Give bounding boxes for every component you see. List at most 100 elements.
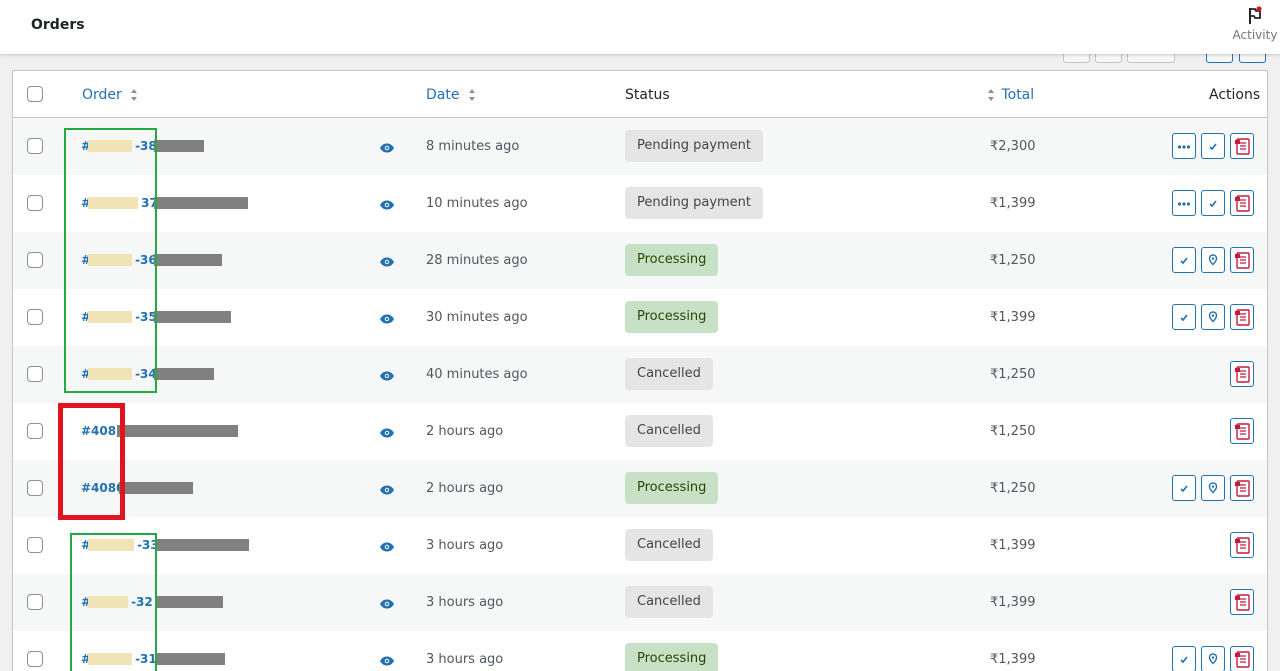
invoice-pdf-button[interactable] [1230,418,1254,444]
invoice-pdf-button[interactable] [1230,190,1254,216]
status-badge: Processing [625,472,719,504]
pagination-last-button[interactable] [1239,54,1266,63]
invoice-pdf-button[interactable] [1230,247,1254,273]
location-pin-icon [1208,254,1218,266]
row-checkbox[interactable] [27,195,43,211]
pagination-page-input[interactable] [1127,54,1175,63]
top-bar: Orders Activity [0,0,1280,54]
table-row[interactable]: #4080 2 hours ago Processing ₹1,250 [13,460,1267,517]
page-title: Orders [31,17,85,33]
preview-eye-icon[interactable] [379,139,395,158]
redacted-order-id [88,653,132,665]
complete-order-button[interactable] [1172,304,1196,330]
orders-table: Order Date Status Total Actions # -38 8 mi… [12,70,1268,671]
table-row[interactable]: # -31 3 hours ago Processing ₹1,399 [13,631,1267,671]
order-number-suffix: -33 [137,538,159,552]
table-row[interactable]: # -34 40 minutes ago Cancelled ₹1,250 [13,346,1267,403]
sort-icon [468,89,475,101]
complete-order-button[interactable] [1172,646,1196,671]
status-badge: Processing [625,643,719,671]
column-order-label: Order [82,87,122,103]
table-row[interactable]: # -36 28 minutes ago Processing ₹1,250 [13,232,1267,289]
row-checkbox[interactable] [27,651,43,667]
invoice-pdf-button[interactable] [1230,304,1254,330]
complete-order-button[interactable] [1172,475,1196,501]
order-date: 30 minutes ago [426,310,528,325]
row-checkbox[interactable] [27,594,43,610]
activity-button[interactable]: Activity [1232,6,1278,42]
order-total: ₹2,300 [990,139,1036,154]
more-actions-button[interactable] [1172,133,1196,159]
order-total: ₹1,399 [990,310,1036,325]
status-badge: Cancelled [625,586,713,618]
sort-icon [988,89,994,101]
column-total-label: Total [1001,87,1035,103]
order-date: 2 hours ago [426,424,504,439]
column-total-sort[interactable]: Total [987,87,1034,103]
activity-label: Activity [1232,28,1278,42]
row-checkbox[interactable] [27,423,43,439]
invoice-pdf-button[interactable] [1230,361,1254,387]
track-order-button[interactable] [1201,304,1225,330]
order-date: 28 minutes ago [426,253,528,268]
status-badge: Pending payment [625,130,764,162]
row-checkbox[interactable] [27,252,43,268]
flag-icon [1249,6,1262,24]
invoice-pdf-button[interactable] [1230,532,1254,558]
invoice-pdf-icon [1235,309,1250,326]
preview-eye-icon[interactable] [379,595,395,614]
preview-eye-icon[interactable] [379,652,395,671]
redacted-order-id [88,254,132,266]
order-date: 8 minutes ago [426,139,520,154]
track-order-button[interactable] [1201,247,1225,273]
pagination-next-button[interactable] [1206,54,1233,63]
row-checkbox[interactable] [27,537,43,553]
location-pin-icon [1208,653,1218,665]
table-row[interactable]: #37 10 minutes ago Pending payment ₹1,399 [13,175,1267,232]
redacted-customer-name [155,653,225,665]
invoice-pdf-icon [1235,537,1250,554]
preview-eye-icon[interactable] [379,481,395,500]
complete-order-button[interactable] [1201,133,1225,159]
status-badge: Pending payment [625,187,764,219]
preview-eye-icon[interactable] [379,253,395,272]
redacted-order-id [88,311,132,323]
invoice-pdf-button[interactable] [1230,646,1254,671]
table-row[interactable]: #4081 2 hours ago Cancelled ₹1,250 [13,403,1267,460]
order-date: 3 hours ago [426,538,504,553]
preview-eye-icon[interactable] [379,538,395,557]
row-checkbox[interactable] [27,366,43,382]
pagination-first-button[interactable] [1063,54,1090,63]
table-header: Order Date Status Total Actions [13,71,1267,118]
invoice-pdf-button[interactable] [1230,475,1254,501]
track-order-button[interactable] [1201,475,1225,501]
invoice-pdf-button[interactable] [1230,133,1254,159]
table-row[interactable]: # -38 8 minutes ago Pending payment ₹2,300 [13,118,1267,175]
status-badge: Cancelled [625,529,713,561]
table-row[interactable]: # -33 3 hours ago Cancelled ₹1,399 [13,517,1267,574]
more-actions-button[interactable] [1172,190,1196,216]
preview-eye-icon[interactable] [379,367,395,386]
table-row[interactable]: # -32 3 hours ago Cancelled ₹1,399 [13,574,1267,631]
order-total: ₹1,250 [990,424,1036,439]
track-order-button[interactable] [1201,646,1225,671]
column-date-label: Date [426,87,460,103]
column-order-sort[interactable]: Order [82,87,138,103]
row-checkbox[interactable] [27,138,43,154]
preview-eye-icon[interactable] [379,196,395,215]
complete-order-button[interactable] [1201,190,1225,216]
pagination-prev-button[interactable] [1095,54,1122,63]
status-badge: Cancelled [625,415,713,447]
complete-order-button[interactable] [1172,247,1196,273]
column-status-label: Status [625,87,670,103]
column-date-sort[interactable]: Date [426,87,476,103]
table-row[interactable]: # -35 30 minutes ago Processing ₹1,399 [13,289,1267,346]
invoice-pdf-button[interactable] [1230,589,1254,615]
order-number-link[interactable]: #4080 [81,481,124,495]
row-checkbox[interactable] [27,309,43,325]
order-total: ₹1,399 [990,538,1036,553]
preview-eye-icon[interactable] [379,310,395,329]
select-all-checkbox[interactable] [27,86,43,102]
row-checkbox[interactable] [27,480,43,496]
preview-eye-icon[interactable] [379,424,395,443]
